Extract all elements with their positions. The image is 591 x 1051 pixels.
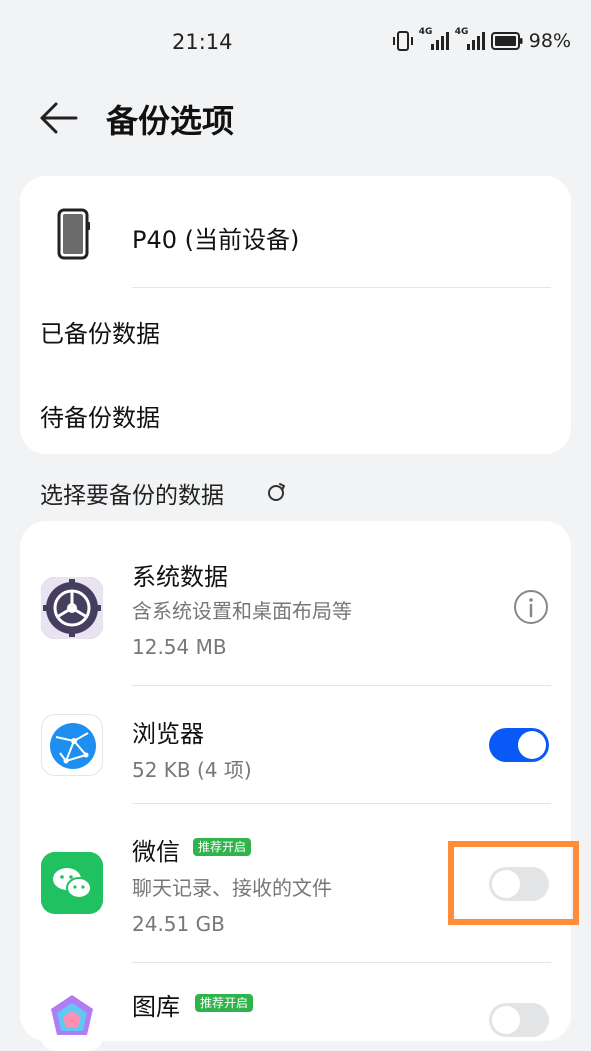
gallery-icon — [41, 989, 103, 1051]
device-name: P40 (当前设备) — [132, 226, 300, 254]
app-name: 微信 — [132, 838, 180, 866]
info-icon[interactable] — [513, 589, 549, 625]
device-card: P40 (当前设备) 已备份数据 待备份数据 — [20, 176, 571, 454]
phone-icon — [57, 208, 90, 260]
browser-icon — [41, 714, 103, 776]
list-item-system-data[interactable]: 系统数据 含系统设置和桌面布局等 12.54 MB — [20, 521, 571, 685]
header: 备份选项 — [0, 88, 591, 148]
device-row: P40 (当前设备) — [20, 176, 571, 288]
app-name: 系统数据 — [132, 563, 228, 591]
battery-percent: 98% — [528, 30, 571, 52]
app-list-card: 系统数据 含系统设置和桌面布局等 12.54 MB 浏览器 52 KB (4 项… — [20, 521, 571, 1051]
section-title: 选择要备份的数据 — [40, 483, 224, 509]
backed-up-data-row[interactable]: 已备份数据 — [20, 288, 571, 372]
wechat-icon — [41, 852, 103, 914]
back-button[interactable] — [36, 98, 80, 138]
toggle-knob — [518, 731, 546, 759]
list-item-browser[interactable]: 浏览器 52 KB (4 项) — [20, 686, 571, 803]
app-size: 12.54 MB — [132, 635, 227, 659]
app-name: 图库 — [132, 993, 180, 1021]
signal-icon-1: 4G — [419, 27, 449, 52]
battery-icon — [490, 32, 523, 50]
list-item-gallery[interactable]: 图库 推荐开启 — [20, 963, 571, 1051]
status-time: 21:14 — [172, 30, 233, 54]
app-name: 浏览器 — [132, 720, 204, 748]
recommend-badge: 推荐开启 — [193, 838, 252, 856]
app-subtitle: 含系统设置和桌面布局等 — [132, 599, 352, 623]
system-settings-icon — [41, 577, 103, 639]
status-bar: 21:14 4G 4G 98% — [0, 0, 591, 88]
app-subtitle: 聊天记录、接收的文件 — [132, 876, 332, 900]
page-title: 备份选项 — [106, 102, 235, 140]
app-size: 52 KB (4 项) — [132, 758, 252, 782]
pending-data-row[interactable]: 待备份数据 — [20, 372, 571, 456]
vibrate-icon — [392, 31, 413, 51]
status-icons: 4G 4G 98% — [392, 27, 571, 52]
highlight-box — [448, 841, 579, 925]
gallery-toggle[interactable] — [489, 1003, 549, 1037]
toggle-knob — [492, 1006, 520, 1034]
backed-up-data-label: 已备份数据 — [40, 320, 160, 348]
signal-icon-2: 4G — [455, 27, 485, 52]
browser-toggle[interactable] — [489, 728, 549, 762]
app-size: 24.51 GB — [132, 912, 225, 936]
refresh-icon[interactable] — [266, 481, 288, 503]
arrow-left-icon — [40, 102, 78, 134]
pending-data-label: 待备份数据 — [40, 404, 160, 432]
recommend-badge: 推荐开启 — [195, 994, 254, 1012]
